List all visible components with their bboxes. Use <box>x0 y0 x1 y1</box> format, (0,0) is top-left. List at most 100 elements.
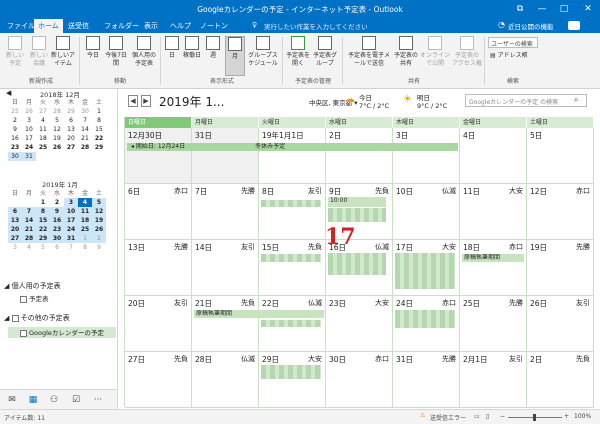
mini-cal-day[interactable]: 14 <box>78 125 92 134</box>
day-cell[interactable]: 2日 先負 <box>527 352 594 408</box>
mini-cal-day[interactable]: 16 <box>50 216 64 225</box>
day-cell[interactable]: 23日 大安 <box>326 296 393 352</box>
mini-cal-day[interactable]: 18 <box>36 134 50 143</box>
mini-cal-day[interactable]: 20 <box>64 134 78 143</box>
mini-cal-day[interactable]: 27 <box>64 143 78 152</box>
mini-cal-day[interactable]: 25 <box>78 225 92 234</box>
event-item[interactable]: 10:00 <box>328 197 386 207</box>
day-cell[interactable]: 30日 赤口 <box>326 352 393 408</box>
mini-cal-day[interactable]: 11 <box>78 207 92 216</box>
day-cell[interactable]: 25日 先勝 <box>460 296 527 352</box>
mini-cal-day[interactable]: 4 <box>78 198 92 207</box>
day-cell[interactable]: 19年1月1日 <box>259 128 326 184</box>
next-7-days-button[interactable]: 今後7日間 <box>104 36 128 76</box>
work-week-button[interactable]: 稼働日 <box>182 36 202 76</box>
day-cell[interactable]: 4日 <box>460 128 527 184</box>
mini-cal-day[interactable]: 3 <box>64 198 78 207</box>
mini-cal-day[interactable]: 4 <box>36 116 50 125</box>
mini-cal-day[interactable]: 20 <box>8 225 22 234</box>
mini-cal-day[interactable]: 24 <box>22 143 36 152</box>
menu-send-receive[interactable]: 送受信 <box>64 19 93 33</box>
day-cell[interactable]: 12月30日 <box>125 128 192 184</box>
zoom-out-icon[interactable]: − <box>500 413 505 420</box>
day-cell[interactable]: 15日 先負 <box>259 240 326 296</box>
mini-cal-day[interactable]: 29 <box>92 143 106 152</box>
new-items-button[interactable]: 新しいアイテム <box>50 36 76 76</box>
mini-cal-day[interactable]: 23 <box>50 225 64 234</box>
mini-cal-day[interactable]: 17 <box>64 216 78 225</box>
day-cell[interactable]: 18日 赤口 <box>460 240 527 296</box>
mini-cal-day[interactable]: 10 <box>22 125 36 134</box>
email-calendar-button[interactable]: 予定表を電子メールで送信 <box>346 36 392 76</box>
mini-cal-day[interactable]: 16 <box>8 134 22 143</box>
mini-cal-day[interactable]: 22 <box>92 134 106 143</box>
mini-cal-day[interactable]: 2 <box>8 116 22 125</box>
day-cell[interactable]: 19日 先勝 <box>527 240 594 296</box>
mini-cal-day[interactable]: 15 <box>92 125 106 134</box>
publish-online-button[interactable]: オンラインで公開 <box>420 36 450 76</box>
normal-view-icon[interactable]: ▭ <box>474 413 480 420</box>
minimize-button[interactable]: — <box>532 0 552 19</box>
mini-cal-day[interactable]: 9 <box>50 207 64 216</box>
mini-cal-day[interactable]: 21 <box>22 225 36 234</box>
search-icon[interactable]: ⌕ <box>574 95 578 105</box>
new-appointment-button[interactable]: 新しい予定 <box>4 36 26 76</box>
tasks-icon[interactable]: ☑ <box>70 394 82 406</box>
mini-cal-day[interactable]: 31 <box>22 152 36 161</box>
mini-cal-day[interactable]: 25 <box>36 143 50 152</box>
day-cell[interactable]: 26日 友引 <box>527 296 594 352</box>
day-cell[interactable]: 7日 先勝 <box>192 184 259 240</box>
close-button[interactable]: ✕ <box>578 0 598 19</box>
day-cell[interactable]: 2日 <box>326 128 393 184</box>
day-view-button[interactable]: 日 <box>164 36 180 76</box>
mini-cal-day[interactable]: 26 <box>92 225 106 234</box>
google-calendar-item[interactable]: Googleカレンダーの予定 <box>8 327 116 338</box>
mini-cal-day[interactable]: 18 <box>78 216 92 225</box>
mini-cal-day[interactable]: 12 <box>92 207 106 216</box>
mini-cal-day[interactable]: 28 <box>22 234 36 243</box>
mini-cal-day[interactable]: 6 <box>64 116 78 125</box>
holiday-event-bar[interactable]: ◂ 開始日: 12月24日 冬休み予定 <box>127 143 458 151</box>
day-cell[interactable]: 28日 仏滅 <box>192 352 259 408</box>
mini-cal-day[interactable]: 2 <box>92 234 106 243</box>
mini-cal-day[interactable]: 3 <box>22 116 36 125</box>
mini-cal-day[interactable]: 9 <box>8 125 22 134</box>
mini-cal-day[interactable]: 13 <box>8 216 22 225</box>
calendar-item[interactable]: 予定表 <box>20 293 49 303</box>
mini-cal-day[interactable]: 15 <box>36 216 50 225</box>
mini-cal-day[interactable]: 11 <box>36 125 50 134</box>
mini-cal-day[interactable]: 1 <box>36 198 50 207</box>
search-people-input[interactable]: ユーザーの検索 <box>488 37 538 48</box>
blurred-event[interactable] <box>395 253 455 289</box>
day-cell[interactable]: 2月1日 友引 <box>460 352 527 408</box>
week-view-button[interactable]: 週 <box>204 36 222 76</box>
mini-cal-day[interactable]: 5 <box>36 243 50 252</box>
mini-cal-day[interactable]: 22 <box>36 225 50 234</box>
group-personal-calendars[interactable]: ◢ 個人用の予定表 <box>4 281 61 291</box>
reading-view-icon[interactable]: ▯ <box>486 413 489 420</box>
day-cell[interactable]: 14日 友引 <box>192 240 259 296</box>
mini-cal-day[interactable]: 4 <box>22 243 36 252</box>
blurred-event[interactable] <box>328 253 386 275</box>
blurred-event[interactable] <box>261 320 321 327</box>
menu-home[interactable]: ホーム <box>34 19 63 33</box>
new-meeting-button[interactable]: 新しい会議 <box>28 36 50 76</box>
checkbox-icon[interactable] <box>20 295 27 303</box>
mini-cal-day[interactable]: 30 <box>8 152 22 161</box>
day-cell[interactable]: 27日 先負 <box>125 352 192 408</box>
mini-cal-day[interactable]: 26 <box>22 107 36 116</box>
mini-cal-day[interactable]: 28 <box>50 107 64 116</box>
blurred-event[interactable] <box>261 254 321 262</box>
mini-cal-day[interactable]: 3 <box>8 243 22 252</box>
calendar-groups-button[interactable]: 予定表グループ <box>312 36 338 76</box>
mini-cal-day[interactable]: 21 <box>78 134 92 143</box>
mini-cal-day[interactable]: 17 <box>22 134 36 143</box>
day-cell[interactable]: 5日 <box>527 128 594 184</box>
mini-cal-day[interactable]: 13 <box>64 125 78 134</box>
zoom-in-icon[interactable]: + <box>564 413 569 420</box>
blurred-event[interactable] <box>328 208 386 222</box>
day-cell[interactable]: 3日 <box>393 128 460 184</box>
toggle-switch-icon[interactable] <box>568 21 580 30</box>
day-cell[interactable]: 12日 赤口 <box>527 184 594 240</box>
mini-cal-day[interactable]: 31 <box>64 234 78 243</box>
